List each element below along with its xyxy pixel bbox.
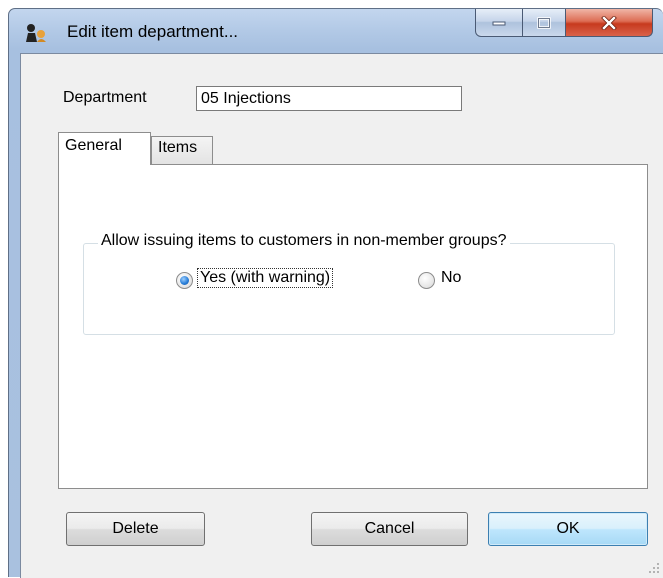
window-title: Edit item department... [67,22,239,41]
group-title: Allow issuing items to customers in non-… [98,232,510,250]
resize-grip-icon[interactable] [648,562,660,574]
minimize-button[interactable] [475,9,523,37]
issuing-options-group: Allow issuing items to customers in non-… [83,232,615,335]
radio-no[interactable] [418,272,435,289]
dialog-window: Edit item department... Department Gener… [8,8,663,578]
department-label: Department [63,89,147,106]
delete-button[interactable]: Delete [66,512,205,546]
maximize-button[interactable] [522,9,566,37]
ok-button[interactable]: OK [488,512,648,546]
tab-items[interactable]: Items [151,136,213,164]
close-button[interactable] [565,9,653,37]
close-icon [601,15,617,30]
tab-panel-general: Allow issuing items to customers in non-… [58,164,648,489]
department-input[interactable] [196,86,462,111]
cancel-button[interactable]: Cancel [311,512,468,546]
radio-yes-with-warning[interactable] [176,272,193,289]
dialog-client-area: Department General Items Allow issuing i… [20,53,663,578]
tab-general[interactable]: General [58,132,151,165]
radio-no-label[interactable]: No [441,269,461,287]
radio-yes-label[interactable]: Yes (with warning) [196,268,334,288]
maximize-icon [537,16,551,29]
app-figure-icon [26,24,46,42]
minimize-icon [492,21,506,25]
